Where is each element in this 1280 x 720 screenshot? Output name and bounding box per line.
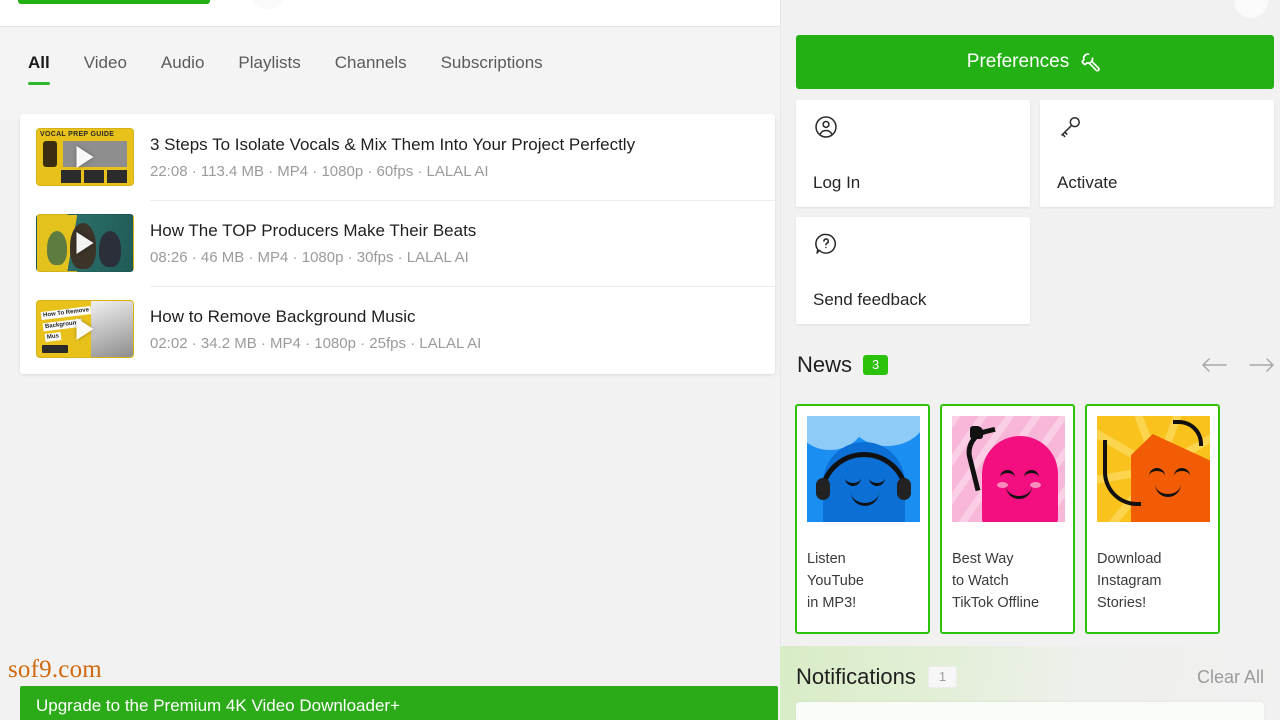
arrow-left-icon[interactable] [1201, 356, 1227, 374]
tab-all[interactable]: All [28, 53, 50, 85]
upgrade-banner-label: Upgrade to the Premium 4K Video Download… [36, 696, 400, 715]
news-card-line3: in MP3! [807, 595, 857, 612]
play-icon [76, 232, 94, 254]
tab-video[interactable]: Video [84, 53, 127, 85]
news-card[interactable]: Listen YouTube in MP3! [795, 404, 930, 634]
question-bubble-icon [813, 231, 839, 257]
video-title: 3 Steps To Isolate Vocals & Mix Them Int… [150, 134, 636, 154]
notifications-title: Notifications [796, 664, 916, 689]
preferences-label: Preferences [966, 51, 1070, 72]
news-nav [1201, 356, 1275, 374]
toolbar-strip [0, 0, 780, 26]
notifications-count-badge: 1 [927, 665, 958, 689]
activate-card-label: Activate [1057, 173, 1118, 192]
news-thumbnail [807, 416, 920, 522]
tab-audio[interactable]: Audio [161, 53, 204, 85]
send-feedback-card-label: Send feedback [813, 290, 927, 309]
site-watermark: sof9.com [8, 656, 102, 683]
table-row[interactable]: How The TOP Producers Make Their Beats 0… [20, 200, 775, 286]
news-title: News [797, 352, 853, 377]
key-icon [1057, 114, 1083, 140]
tab-channels[interactable]: Channels [335, 53, 407, 85]
account-cards-row-1: Log In Activate [796, 100, 1274, 207]
download-button-partial[interactable] [18, 0, 210, 4]
news-card-text: Download Instagram Stories! [1097, 548, 1208, 614]
tab-playlists[interactable]: Playlists [238, 53, 300, 85]
news-card-line1: Best Way [952, 551, 1014, 567]
preferences-button[interactable]: Preferences [796, 35, 1274, 89]
news-count-badge: 3 [863, 354, 889, 376]
send-feedback-card[interactable]: Send feedback [796, 217, 1030, 324]
tab-subscriptions[interactable]: Subscriptions [441, 53, 543, 85]
user-circle-icon [813, 114, 839, 140]
login-card[interactable]: Log In [796, 100, 1030, 207]
news-card-line1: Listen [807, 551, 846, 567]
account-cards: Log In Activate Send feedback [796, 100, 1274, 334]
downloads-pane: All Video Audio Playlists Channels Subsc… [0, 0, 780, 720]
upgrade-banner[interactable]: Upgrade to the Premium 4K Video Download… [20, 686, 778, 720]
news-card-line3: TikTok Offline [952, 595, 1040, 612]
news-card[interactable]: Download Instagram Stories! [1085, 404, 1220, 634]
news-card-line3: Stories! [1097, 595, 1147, 612]
tabs-panel: All Video Audio Playlists Channels Subsc… [0, 26, 780, 120]
news-card-text: Listen YouTube in MP3! [807, 548, 918, 614]
video-subtitle: 08:26 · 46 MB · MP4 · 1080p · 30fps · LA… [150, 249, 469, 267]
panel-circle-icon[interactable] [1234, 0, 1268, 18]
news-header: News 3 [797, 352, 1275, 378]
video-thumbnail[interactable] [36, 214, 134, 272]
news-thumbnail [952, 416, 1065, 522]
video-meta: 3 Steps To Isolate Vocals & Mix Them Int… [150, 134, 635, 180]
news-card-list: Listen YouTube in MP3! Best Way to Watch… [795, 404, 1220, 634]
notification-item[interactable] [796, 702, 1264, 720]
news-thumbnail [1097, 416, 1210, 522]
news-card-line2: Instagram [1097, 573, 1162, 590]
notifications-header: Notifications 1 Clear All [796, 664, 1264, 690]
news-card[interactable]: Best Way to Watch TikTok Offline [940, 404, 1075, 634]
news-card-text: Best Way to Watch TikTok Offline [952, 548, 1063, 614]
table-row[interactable]: How To Remove Background Mus How to Remo… [20, 286, 775, 372]
thumbnail-caption: VOCAL PREP GUIDE [40, 131, 115, 138]
notifications-section: Notifications 1 Clear All [780, 646, 1280, 720]
news-card-line2: to Watch [952, 573, 1009, 590]
video-title: How The TOP Producers Make Their Beats [150, 220, 477, 240]
video-thumbnail[interactable]: VOCAL PREP GUIDE [36, 128, 134, 186]
news-card-line1: Download [1097, 551, 1162, 567]
play-icon [76, 146, 94, 168]
play-icon [76, 318, 94, 340]
video-subtitle: 22:08 · 113.4 MB · MP4 · 1080p · 60fps ·… [150, 163, 489, 181]
clear-all-button[interactable]: Clear All [1197, 667, 1264, 688]
video-thumbnail[interactable]: How To Remove Background Mus [36, 300, 134, 358]
login-card-label: Log In [813, 173, 861, 192]
video-meta: How to Remove Background Music 02:02 · 3… [150, 306, 481, 352]
news-card-line2: YouTube [807, 573, 864, 590]
wrench-icon [1079, 50, 1103, 74]
activate-card[interactable]: Activate [1040, 100, 1274, 207]
table-row[interactable]: VOCAL PREP GUIDE 3 Steps To Isolate Voca… [20, 114, 775, 200]
video-meta: How The TOP Producers Make Their Beats 0… [150, 220, 476, 266]
thumbnail-caption-line3: Mus [44, 332, 62, 342]
download-list: VOCAL PREP GUIDE 3 Steps To Isolate Voca… [20, 114, 775, 374]
video-subtitle: 02:02 · 34.2 MB · MP4 · 1080p · 25fps · … [150, 335, 482, 353]
app-window: All Video Audio Playlists Channels Subsc… [0, 0, 1280, 720]
arrow-right-icon[interactable] [1249, 356, 1275, 374]
video-title: How to Remove Background Music [150, 306, 416, 326]
account-cards-row-2: Send feedback [796, 217, 1274, 324]
toolbar-circle-icon[interactable] [252, 0, 284, 10]
filter-tabs: All Video Audio Playlists Channels Subsc… [28, 53, 543, 85]
